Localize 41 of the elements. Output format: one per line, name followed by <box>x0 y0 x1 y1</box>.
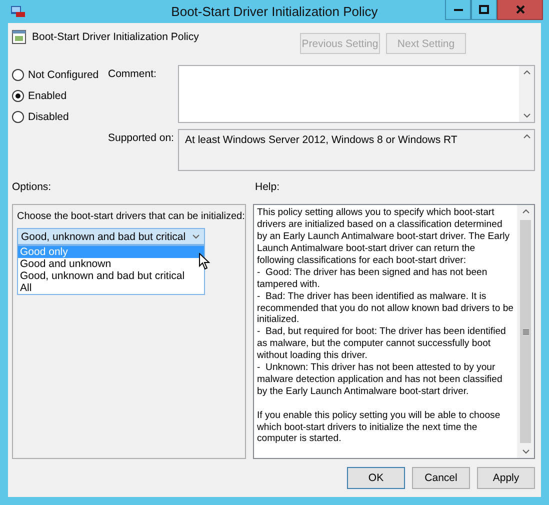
radio-label: Enabled <box>28 90 67 102</box>
grip-icon <box>522 328 528 335</box>
radio-button[interactable] <box>12 110 24 123</box>
dropdown-option[interactable]: Good, unknown and bad but critical <box>18 270 204 282</box>
help-text: This policy setting allows you to specify which boot-start drivers are initialized based on a classification determined by an Early Launch Antimalware boot-start driver. The Early Launch Antimalware boot-start driver can return the following classifications for each boot-start driver: <box>257 207 511 267</box>
close-icon <box>516 5 524 14</box>
maximize-button[interactable] <box>471 0 497 20</box>
options-label: Options: <box>12 180 52 195</box>
scroll-down-icon <box>522 110 532 120</box>
comment-label: Comment: <box>108 66 158 82</box>
scroll-up-icon <box>522 68 532 77</box>
help-text: - Bad, but required for boot: The driver has been identified as malware, but the computer cannot successfully boot without loading this driver. <box>257 326 507 362</box>
help-label: Help: <box>255 180 280 195</box>
supported-on-label: Supported on: <box>108 130 175 146</box>
help-text: - Bad: The driver has been identified as malware. It is recommended that you do not allow known bad drivers to be initialized. <box>257 290 514 326</box>
radio-label: Not Configured <box>28 68 99 81</box>
apply-button[interactable]: Apply <box>477 467 535 489</box>
help-text: - Unknown: This driver has not been attested to by your malware detection application and has not been classified by the Early Launch Antimalware boot-start driver. <box>257 362 504 398</box>
radio-button[interactable] <box>12 90 24 102</box>
maximize-icon <box>479 5 489 14</box>
policy-title: Boot-Start Driver Initialization Policy <box>32 30 199 42</box>
policy-icon <box>12 29 26 44</box>
scroll-up-icon <box>522 132 532 141</box>
minimize-icon <box>454 8 462 11</box>
radio-button[interactable] <box>12 68 24 81</box>
cancel-button[interactable]: Cancel <box>412 467 470 489</box>
help-text: If you enable this policy setting you will be able to choose which boot-start drivers to initialize the next time the computer is started. <box>257 410 502 446</box>
help-text: - Good: The driver has been signed and has not been tampered with. <box>257 266 488 291</box>
radio-label: Disabled <box>28 110 69 123</box>
dropdown-option[interactable]: All <box>18 282 204 294</box>
scroll-down-icon <box>520 447 530 456</box>
scrollbar-thumb[interactable] <box>520 220 531 443</box>
minimize-button[interactable] <box>445 0 471 20</box>
ok-button[interactable]: OK <box>347 467 405 489</box>
app-icon <box>10 4 26 18</box>
supported-on-field: At least Windows Server 2012, Windows 8 or Windows RT <box>178 128 535 171</box>
window-title: Boot-Start Driver Initialization Policy <box>170 4 379 19</box>
comment-field[interactable] <box>178 64 535 123</box>
close-button[interactable] <box>497 0 543 20</box>
caret-icon <box>191 232 201 242</box>
driver-dropdown[interactable]: Good, unknown and bad but critical <box>17 228 205 246</box>
